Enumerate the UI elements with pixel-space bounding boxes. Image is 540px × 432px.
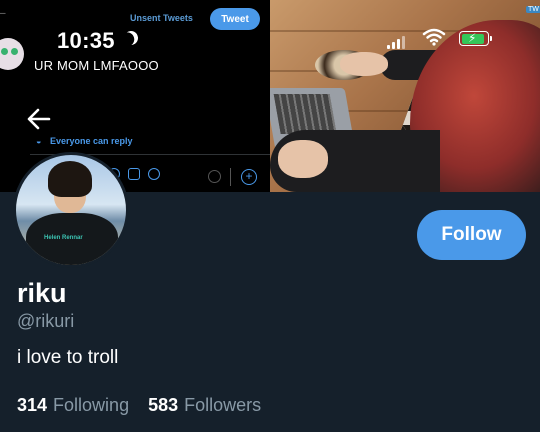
- wifi-icon: [422, 28, 446, 46]
- following-count: 314: [17, 395, 48, 415]
- status-time: 10:35: [57, 28, 115, 53]
- banner-corner-badge: TW: [526, 6, 540, 13]
- keyboard-image: [273, 94, 337, 134]
- profile-bio: i love to troll: [17, 347, 119, 368]
- profile-avatar[interactable]: Helen Rennar: [13, 152, 129, 268]
- avatar-eye-icon: [1, 48, 8, 55]
- character-count-icon: [208, 170, 221, 183]
- globe-icon: ◒: [36, 136, 42, 146]
- charging-bolt-icon: ⚡: [468, 31, 477, 45]
- add-thread-icon: +: [241, 169, 257, 185]
- composer-tool-separator: [230, 168, 231, 186]
- follow-button[interactable]: Follow: [417, 210, 526, 260]
- followers-count: 583: [148, 395, 179, 415]
- battery-tip: [490, 36, 492, 41]
- location-icon: [148, 168, 160, 180]
- composer-tweet-text: UR MOM LMFAOOO: [34, 58, 159, 73]
- avatar-shirt: Helen Rennar: [26, 213, 118, 265]
- avatar-eye-icon: [11, 48, 18, 55]
- avatar-shirt-print: Helen Rennar: [44, 235, 83, 241]
- banner-photo-right: [270, 0, 540, 192]
- composer-toolbar: Unsent Tweets Tweet: [0, 0, 270, 36]
- cellular-signal-icon: [387, 36, 405, 49]
- tweet-button: Tweet: [210, 8, 260, 30]
- composer-avatar: [0, 38, 24, 70]
- reply-setting-label: Everyone can reply: [50, 136, 133, 146]
- unsent-tweets-link: Unsent Tweets: [130, 13, 193, 23]
- following-stat[interactable]: 314 Following: [17, 395, 129, 416]
- back-arrow-icon[interactable]: [24, 104, 54, 134]
- followers-stat[interactable]: 583 Followers: [148, 395, 261, 416]
- followers-label: Followers: [184, 395, 262, 415]
- profile-stats: 314 Following 583 Followers: [17, 395, 261, 416]
- profile-display-name: riku: [17, 278, 67, 308]
- schedule-icon: [128, 168, 140, 180]
- avatar-hair: [48, 161, 92, 197]
- following-label: Following: [53, 395, 130, 415]
- hand-image: [340, 52, 388, 76]
- hand-image: [278, 140, 328, 178]
- profile-handle: @rikuri: [17, 311, 75, 331]
